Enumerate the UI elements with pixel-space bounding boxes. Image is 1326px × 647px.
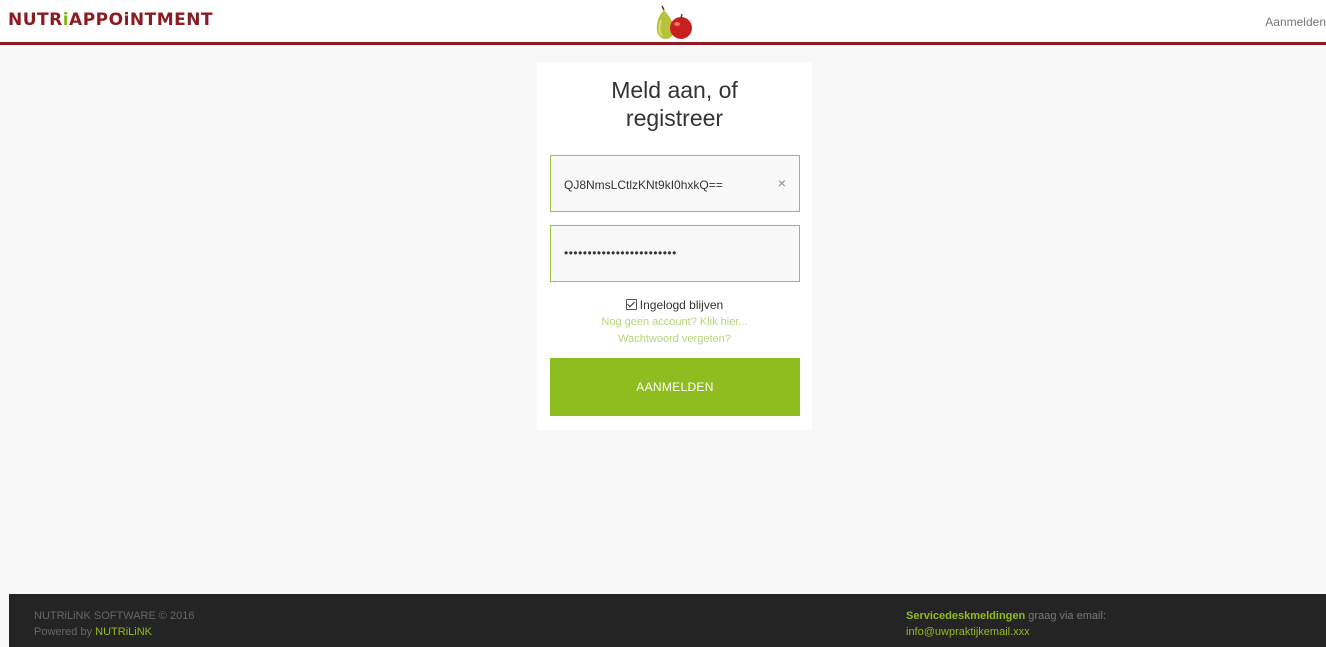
nav-login-link[interactable]: Aanmelden	[1265, 15, 1326, 29]
app-logo[interactable]: NUTRiAPPOiNTMENT	[8, 10, 213, 30]
logo-text-part3: APPOiNTMENT	[69, 10, 214, 30]
remember-me-checkbox[interactable]	[625, 299, 637, 310]
footer: NUTRiLiNK SOFTWARE © 2016 Powered by NUT…	[9, 594, 1326, 647]
login-title: Meld aan, of registreer	[537, 76, 812, 132]
logo-text-part1: NUTR	[8, 10, 63, 30]
fruit-logo-icon	[656, 5, 692, 39]
footer-powered: Powered by NUTRiLiNK	[34, 624, 195, 640]
footer-powered-prefix: Powered by	[34, 626, 93, 638]
forgot-password-link[interactable]: Wachtwoord vergeten?	[537, 333, 812, 345]
remember-me-label[interactable]: Ingelogd blijven	[640, 298, 723, 312]
top-navbar: NUTRiAPPOiNTMENT Aanmelden	[0, 0, 1326, 45]
login-title-line2: registreer	[625, 105, 724, 131]
footer-right: Servicedeskmeldingen graag via email: in…	[906, 608, 1106, 640]
footer-copyright: NUTRiLiNK SOFTWARE © 2016	[34, 610, 195, 622]
footer-service-text: graag via email:	[1028, 610, 1106, 622]
password-field[interactable]: ••••••••••••••••••••••••	[550, 225, 800, 282]
remember-me-row: Ingelogd blijven	[537, 298, 812, 312]
clear-icon[interactable]: ×	[778, 175, 786, 191]
username-value: QJ8NmsLCtlzKNt9kI0hxkQ==	[564, 178, 723, 192]
login-title-line1: Meld aan, of	[611, 77, 738, 103]
footer-service-line: Servicedeskmeldingen graag via email:	[906, 608, 1106, 624]
footer-left: NUTRiLiNK SOFTWARE © 2016 Powered by NUT…	[34, 608, 195, 640]
username-field[interactable]: QJ8NmsLCtlzKNt9kI0hxkQ== ×	[550, 155, 800, 212]
footer-email-link[interactable]: info@uwpraktijkemail.xxx	[906, 624, 1106, 640]
password-value: ••••••••••••••••••••••••	[564, 246, 677, 260]
footer-powered-link[interactable]: NUTRiLiNK	[95, 626, 152, 638]
register-link[interactable]: Nog geen account? Klik hier...	[537, 316, 812, 328]
login-submit-button[interactable]: AANMELDEN	[550, 358, 800, 416]
footer-service-label: Servicedeskmeldingen	[906, 610, 1026, 622]
login-card: Meld aan, of registreer QJ8NmsLCtlzKNt9k…	[537, 62, 812, 430]
